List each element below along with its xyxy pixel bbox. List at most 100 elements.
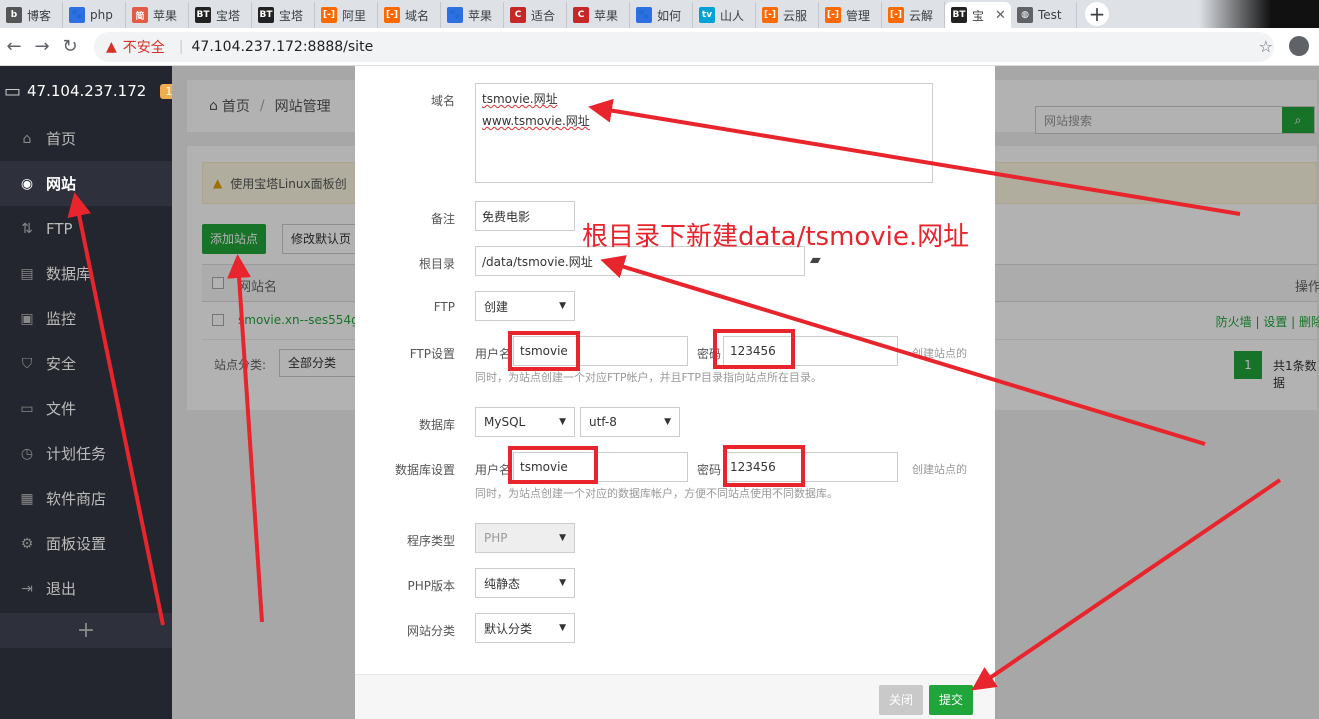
tab-label: 管理: [846, 8, 871, 23]
tab-label: 博客: [27, 8, 52, 23]
database-icon: ▤: [20, 265, 34, 282]
tab-favicon-icon: [-]: [384, 7, 400, 23]
tab-favicon-icon: [-]: [321, 7, 337, 23]
domain-label: 域名: [430, 94, 455, 108]
tab-label: 如何: [657, 8, 682, 23]
add-site-modal: 域名 tsmovie.网址 www.tsmovie.网址 备注 免费电影 根目录…: [355, 66, 995, 719]
sidebar-item-logout[interactable]: ⇥ 退出: [0, 566, 172, 611]
browser-tab[interactable]: [-] 管理: [819, 2, 882, 28]
account-avatar-icon[interactable]: [1289, 36, 1309, 56]
sidebar-item-monitor[interactable]: ▣ 监控: [0, 296, 172, 341]
db-user-highlight: [508, 446, 598, 484]
folder-open-icon[interactable]: ▰: [810, 252, 821, 268]
sidebar-item-gear[interactable]: ⚙ 面板设置: [0, 521, 172, 566]
address-bar: ← → ↻ ▲ 不安全 | 47.104.237.172:8888/site ☆: [0, 28, 1319, 66]
php-version-value: 纯静态: [484, 576, 521, 591]
browser-tab[interactable]: BT 宝塔: [189, 2, 252, 28]
tab-label: 苹果: [594, 8, 619, 23]
modal-footer: 关闭 提交: [355, 674, 995, 719]
browser-tab[interactable]: BT 宝塔: [252, 2, 315, 28]
php-version-select[interactable]: 纯静态 ▼: [475, 568, 575, 598]
site-category-select[interactable]: 默认分类 ▼: [475, 613, 575, 643]
server-ip: 47.104.237.172: [27, 82, 147, 100]
sidebar-item-label: FTP: [46, 219, 73, 238]
back-icon[interactable]: ←: [0, 36, 28, 57]
db-pwd-label: 密码: [697, 463, 722, 477]
sidebar-item-label: 文件: [46, 400, 77, 418]
chevron-down-icon: ▼: [664, 417, 671, 427]
db-user-label: 用户名: [475, 463, 512, 477]
close-tab-icon[interactable]: ✕: [995, 8, 1006, 23]
new-tab-icon[interactable]: +: [1085, 2, 1109, 26]
domain-textarea[interactable]: tsmovie.网址 www.tsmovie.网址: [475, 83, 933, 183]
browser-tab[interactable]: 🐾 如何: [630, 2, 693, 28]
browser-tab[interactable]: [-] 阿里: [315, 2, 378, 28]
charset-select[interactable]: utf-8 ▼: [580, 407, 680, 437]
sidebar-item-folder[interactable]: ▭ 文件: [0, 386, 172, 431]
browser-tab-bar: b 博客 🐾 php 简苹果 BT 宝塔 BT 宝塔 [-] 阿里 [-] 域名 🐾 苹果 C 适合 C 苹果 🐾 如何…: [0, 0, 1319, 28]
forward-icon[interactable]: →: [28, 36, 56, 57]
logout-icon: ⇥: [21, 580, 33, 597]
ftp-label: FTP: [433, 300, 455, 314]
tab-favicon-icon: C: [573, 7, 589, 23]
ftp-select[interactable]: 创建 ▼: [475, 291, 575, 321]
browser-tab[interactable]: [-] 域名: [378, 2, 441, 28]
sidebar-item-shield[interactable]: ⛉ 安全: [0, 341, 172, 386]
close-button[interactable]: 关闭: [879, 685, 924, 715]
browser-tab[interactable]: [-] 云服: [756, 2, 819, 28]
sidebar-item-home[interactable]: ⌂ 首页: [0, 116, 172, 161]
db-hint-right: 创建站点的: [912, 463, 967, 476]
reload-icon[interactable]: ↻: [56, 36, 84, 57]
sidebar-item-ftp[interactable]: ⇅ FTP: [0, 206, 172, 251]
db-hint: 同时，为站点创建一个对应的数据库帐户，方便不同站点使用不同数据库。: [475, 487, 838, 500]
remark-input[interactable]: 免费电影: [475, 201, 575, 231]
browser-tab[interactable]: C 适合: [504, 2, 567, 28]
browser-tab[interactable]: BT 宝 ✕: [945, 2, 1011, 28]
server-host: ▭ 47.104.237.172 1: [0, 66, 178, 116]
sidebar-item-apps[interactable]: ▦ 软件商店: [0, 476, 172, 521]
sidebar-item-globe[interactable]: ◉ 网站: [0, 161, 172, 206]
tab-label: Test: [1038, 8, 1062, 22]
sidebar-item-database[interactable]: ▤ 数据库: [0, 251, 172, 296]
browser-tab[interactable]: 🐾 php: [63, 2, 126, 28]
database-select[interactable]: MySQL ▼: [475, 407, 575, 437]
sidebar-item-clock[interactable]: ◷ 计划任务: [0, 431, 172, 476]
tab-label: 宝塔: [279, 8, 304, 23]
url-separator: |: [178, 38, 184, 55]
sidebar-menu: ⌂ 首页 ◉ 网站 ⇅ FTP ▤ 数据库 ▣ 监控 ⛉ 安全 ▭ 文件 ◷ 计划任务 ▦ 软件商店 ⚙ 面板设置 ⇥ 退…: [0, 116, 172, 611]
sidebar: ▭ 47.104.237.172 1 ⌂ 首页 ◉ 网站 ⇅ FTP ▤ 数据库 ▣ 监控 ⛉ 安全 ▭…: [0, 66, 178, 719]
submit-button[interactable]: 提交: [929, 685, 974, 715]
not-secure-label: 不安全: [122, 39, 165, 56]
charset-value: utf-8: [589, 415, 617, 429]
sidebar-item-label: 监控: [46, 310, 77, 328]
folder-icon: ▭: [20, 400, 34, 417]
browser-tab[interactable]: C 苹果: [567, 2, 630, 28]
monitor-icon: ▣: [20, 310, 34, 327]
home-icon: ⌂: [22, 130, 32, 147]
browser-tab[interactable]: b 博客: [0, 2, 63, 28]
browser-tab[interactable]: tv 山人: [693, 2, 756, 28]
browser-tab[interactable]: [-] 云解: [882, 2, 945, 28]
tab-favicon-icon: ◍: [1017, 7, 1033, 23]
tab-label: 宝: [972, 8, 985, 23]
sidebar-item-label: 数据库: [46, 265, 92, 283]
chevron-down-icon: ▼: [559, 417, 566, 427]
tab-favicon-icon: 🐾: [447, 7, 463, 23]
database-label: 数据库: [418, 418, 455, 432]
browser-tab[interactable]: 🐾 苹果: [441, 2, 504, 28]
gear-icon: ⚙: [20, 535, 34, 552]
url-field[interactable]: ▲ 不安全 | 47.104.237.172:8888/site: [94, 31, 1274, 62]
browser-tab[interactable]: ◍ Test: [1011, 2, 1077, 28]
bookmark-star-icon[interactable]: ☆: [1259, 37, 1273, 56]
warning-icon: ▲: [106, 38, 117, 55]
tab-favicon-icon: [-]: [888, 7, 904, 23]
tab-label: 云服: [783, 8, 808, 23]
tab-favicon-icon: 🐾: [69, 7, 85, 23]
ftp-user-highlight: [508, 331, 580, 371]
monitor-icon: ▭: [4, 80, 22, 102]
tab-label: 山人: [720, 8, 745, 23]
sidebar-item-label: 软件商店: [46, 490, 107, 508]
browser-tab[interactable]: 简苹果: [126, 2, 189, 28]
add-menu-icon[interactable]: +: [0, 613, 172, 648]
program-type-label: 程序类型: [406, 534, 455, 548]
